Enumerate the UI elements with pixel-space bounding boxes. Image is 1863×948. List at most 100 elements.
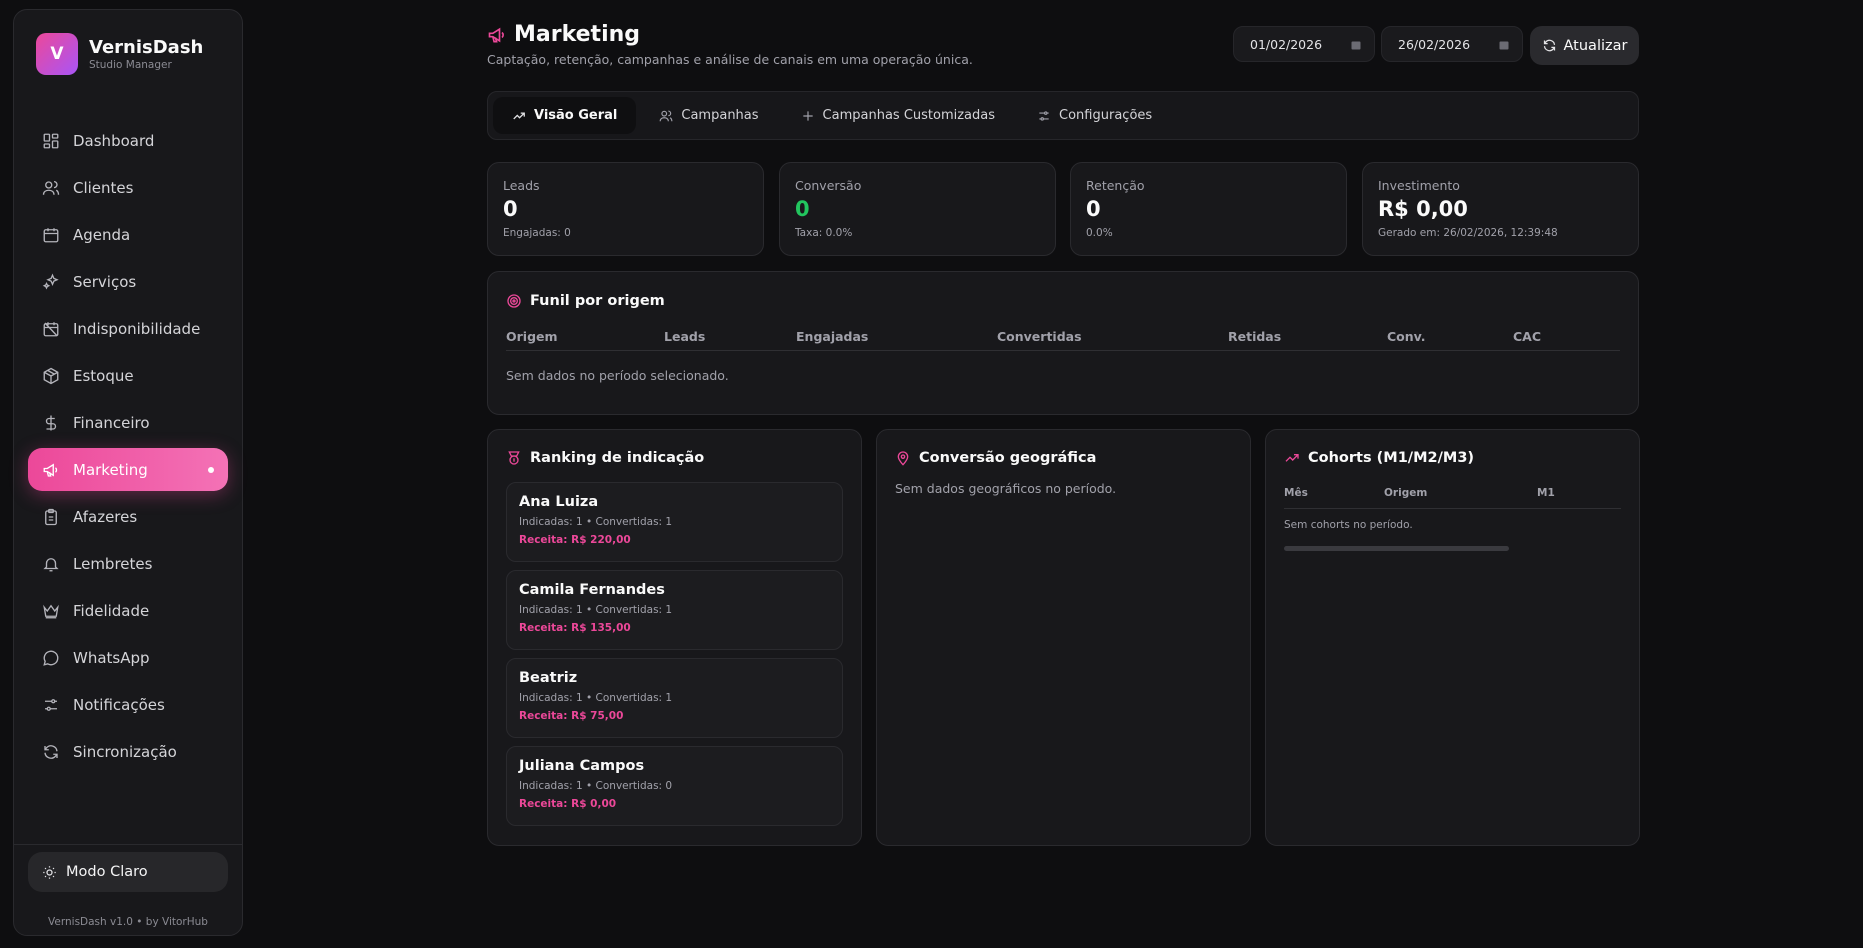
cohorts-title: Cohorts (M1/M2/M3) bbox=[1284, 450, 1474, 466]
ranking-item-name: Camila Fernandes bbox=[519, 582, 665, 598]
calendar-picker-icon[interactable] bbox=[1498, 39, 1510, 51]
horizontal-scrollbar[interactable] bbox=[1284, 546, 1509, 551]
clipboard-icon bbox=[42, 508, 60, 526]
sidebar-item-financeiro[interactable]: Financeiro bbox=[28, 401, 228, 444]
ranking-item-revenue: Receita: R$ 220,00 bbox=[519, 534, 631, 546]
sidebar-item-lembretes[interactable]: Lembretes bbox=[28, 542, 228, 585]
kpi-label: Leads bbox=[503, 178, 540, 193]
sidebar-item-agenda[interactable]: Agenda bbox=[28, 213, 228, 256]
sidebar-item-estoque[interactable]: Estoque bbox=[28, 354, 228, 397]
refresh-label: Atualizar bbox=[1563, 37, 1628, 54]
funnel-card: Funil por origem Origem Leads Engajadas … bbox=[487, 271, 1639, 415]
ranking-item-stats: Indicadas: 1 • Convertidas: 0 bbox=[519, 780, 673, 792]
sidebar-item-dashboard[interactable]: Dashboard bbox=[28, 119, 228, 162]
tab-bar: Visão Geral Campanhas Campanhas Customiz… bbox=[487, 91, 1639, 140]
trending-up-icon bbox=[512, 109, 526, 123]
ranking-title: Ranking de indicação bbox=[506, 450, 704, 466]
sidebar-item-label: Marketing bbox=[73, 460, 148, 479]
ranking-item-name: Juliana Campos bbox=[519, 758, 645, 774]
sidebar-item-servicos[interactable]: Serviços bbox=[28, 260, 228, 303]
sidebar-item-label: Financeiro bbox=[73, 413, 150, 432]
kpi-label: Investimento bbox=[1378, 178, 1460, 193]
sidebar-item-whatsapp[interactable]: WhatsApp bbox=[28, 636, 228, 679]
tab-label: Campanhas Customizadas bbox=[822, 108, 996, 123]
funnel-title: Funil por origem bbox=[506, 293, 665, 309]
column-header: Origem bbox=[506, 329, 558, 344]
ranking-item[interactable]: Beatriz Indicadas: 1 • Convertidas: 1 Re… bbox=[506, 658, 843, 738]
calendar-icon bbox=[42, 226, 60, 244]
ranking-item[interactable]: Ana Luiza Indicadas: 1 • Convertidas: 1 … bbox=[506, 482, 843, 562]
kpi-sub: Gerado em: 26/02/2026, 12:39:48 bbox=[1378, 227, 1558, 239]
sidebar-nav: Dashboard Clientes Agenda Serviços Indis… bbox=[28, 119, 228, 777]
kpi-sub: 0.0% bbox=[1086, 227, 1113, 239]
column-header: CAC bbox=[1513, 329, 1542, 344]
sun-icon bbox=[42, 865, 57, 880]
sidebar: V VernisDash Studio Manager Dashboard Cl… bbox=[13, 9, 243, 936]
brand-subtitle: Studio Manager bbox=[89, 58, 172, 71]
grid-icon bbox=[42, 132, 60, 150]
sidebar-item-label: Serviços bbox=[73, 272, 137, 291]
sidebar-item-fidelidade[interactable]: Fidelidade bbox=[28, 589, 228, 632]
sidebar-item-label: Afazeres bbox=[73, 507, 138, 526]
ranking-item[interactable]: Camila Fernandes Indicadas: 1 • Converti… bbox=[506, 570, 843, 650]
sidebar-item-label: Indisponibilidade bbox=[73, 319, 201, 338]
plus-icon bbox=[801, 109, 815, 123]
sliders-icon bbox=[1037, 109, 1051, 123]
refresh-button[interactable]: Atualizar bbox=[1530, 26, 1639, 65]
kpi-card-leads: Leads 0 Engajadas: 0 bbox=[487, 162, 764, 256]
cohorts-table-header: Mês Origem M1 bbox=[1284, 487, 1621, 509]
date-to-input[interactable]: 26/02/2026 bbox=[1381, 26, 1523, 62]
theme-toggle-button[interactable]: Modo Claro bbox=[28, 852, 228, 892]
brand-logo: V bbox=[36, 33, 78, 75]
ranking-item-stats: Indicadas: 1 • Convertidas: 1 bbox=[519, 516, 673, 528]
tab-configuracoes[interactable]: Configurações bbox=[1018, 97, 1171, 134]
date-from-input[interactable]: 01/02/2026 bbox=[1233, 26, 1375, 62]
ranking-item-revenue: Receita: R$ 0,00 bbox=[519, 798, 617, 810]
ranking-item[interactable]: Juliana Campos Indicadas: 1 • Convertida… bbox=[506, 746, 843, 826]
ranking-card: Ranking de indicação Ana Luiza Indicadas… bbox=[487, 429, 862, 846]
ranking-item-name: Ana Luiza bbox=[519, 494, 599, 510]
kpi-value: 0 bbox=[795, 197, 810, 221]
sidebar-item-label: Sincronização bbox=[73, 742, 177, 761]
funnel-title-text: Funil por origem bbox=[530, 293, 665, 309]
sliders-icon bbox=[42, 696, 60, 714]
cohorts-card: Cohorts (M1/M2/M3) Mês Origem M1 Sem coh… bbox=[1265, 429, 1640, 846]
sidebar-item-label: Lembretes bbox=[73, 554, 153, 573]
kpi-value: R$ 0,00 bbox=[1378, 197, 1468, 221]
sparkles-icon bbox=[42, 273, 60, 291]
tab-campanhas[interactable]: Campanhas bbox=[640, 97, 777, 134]
package-icon bbox=[42, 367, 60, 385]
ranking-item-stats: Indicadas: 1 • Convertidas: 1 bbox=[519, 604, 673, 616]
sidebar-item-afazeres[interactable]: Afazeres bbox=[28, 495, 228, 538]
column-header: M1 bbox=[1537, 487, 1555, 499]
tab-label: Configurações bbox=[1059, 108, 1153, 123]
ranking-item-name: Beatriz bbox=[519, 670, 578, 686]
ranking-item-stats: Indicadas: 1 • Convertidas: 1 bbox=[519, 692, 673, 704]
sidebar-item-clientes[interactable]: Clientes bbox=[28, 166, 228, 209]
sidebar-item-indisponibilidade[interactable]: Indisponibilidade bbox=[28, 307, 228, 350]
theme-toggle-label: Modo Claro bbox=[66, 864, 148, 880]
sidebar-item-notificacoes[interactable]: Notificações bbox=[28, 683, 228, 726]
ranking-item-revenue: Receita: R$ 75,00 bbox=[519, 710, 624, 722]
funnel-table-header: Origem Leads Engajadas Convertidas Retid… bbox=[506, 327, 1620, 351]
cohorts-empty-message: Sem cohorts no período. bbox=[1284, 519, 1413, 531]
sidebar-item-sincronizacao[interactable]: Sincronização bbox=[28, 730, 228, 773]
column-header: Convertidas bbox=[997, 329, 1082, 344]
tab-campanhas-customizadas[interactable]: Campanhas Customizadas bbox=[782, 97, 1014, 134]
crown-icon bbox=[42, 602, 60, 620]
geo-title: Conversão geográfica bbox=[895, 450, 1096, 466]
refresh-icon bbox=[42, 743, 60, 761]
kpi-card-conversao: Conversão 0 Taxa: 0.0% bbox=[779, 162, 1056, 256]
kpi-card-investimento: Investimento R$ 0,00 Gerado em: 26/02/20… bbox=[1362, 162, 1639, 256]
brand[interactable]: V VernisDash Studio Manager bbox=[36, 33, 203, 75]
ranking-item-revenue: Receita: R$ 135,00 bbox=[519, 622, 631, 634]
sidebar-item-label: WhatsApp bbox=[73, 648, 150, 667]
calendar-off-icon bbox=[42, 320, 60, 338]
kpi-label: Retenção bbox=[1086, 178, 1145, 193]
cohorts-title-text: Cohorts (M1/M2/M3) bbox=[1308, 450, 1475, 466]
calendar-picker-icon[interactable] bbox=[1350, 39, 1362, 51]
sidebar-item-marketing[interactable]: Marketing bbox=[28, 448, 228, 491]
tab-visao-geral[interactable]: Visão Geral bbox=[493, 97, 637, 134]
sidebar-item-label: Agenda bbox=[73, 225, 131, 244]
column-header: Engajadas bbox=[796, 329, 869, 344]
